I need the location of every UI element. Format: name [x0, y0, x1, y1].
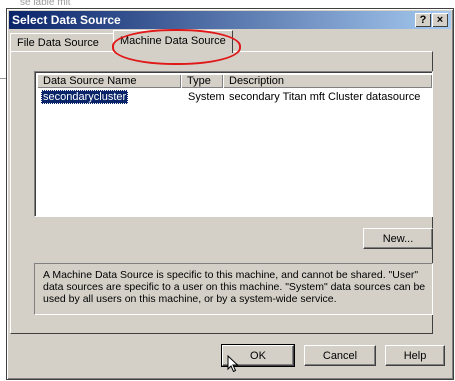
column-header-description[interactable]: Description	[223, 74, 432, 88]
tab-file-data-source[interactable]: File Data Source	[10, 33, 116, 52]
list-header: Data Source Name Type Description	[37, 74, 432, 88]
column-header-type[interactable]: Type	[181, 74, 223, 88]
help-question-icon[interactable]: ?	[415, 13, 431, 27]
background-text-fragment: se lable mit	[20, 0, 71, 8]
data-source-name[interactable]: secondarycluster	[41, 90, 129, 104]
mouse-cursor-icon	[227, 355, 239, 373]
cancel-button[interactable]: Cancel	[304, 345, 376, 366]
column-header-name[interactable]: Data Source Name	[37, 74, 181, 88]
close-icon[interactable]: ×	[432, 13, 448, 27]
data-source-description: secondary Titan mft Cluster datasource	[229, 91, 421, 103]
window-title: Select Data Source	[12, 13, 121, 27]
data-source-list[interactable]: Data Source Name Type Description second…	[34, 71, 433, 217]
list-item[interactable]: secondarycluster System secondary Titan …	[37, 90, 430, 104]
tab-machine-data-source[interactable]: Machine Data Source	[113, 30, 233, 53]
help-button[interactable]: Help	[385, 345, 445, 366]
description-box: A Machine Data Source is specific to thi…	[34, 263, 433, 315]
data-source-type: System	[188, 91, 225, 103]
title-bar[interactable]: Select Data Source ? ×	[9, 11, 451, 29]
new-button[interactable]: New...	[363, 228, 433, 249]
description-text: A Machine Data Source is specific to thi…	[43, 269, 426, 305]
